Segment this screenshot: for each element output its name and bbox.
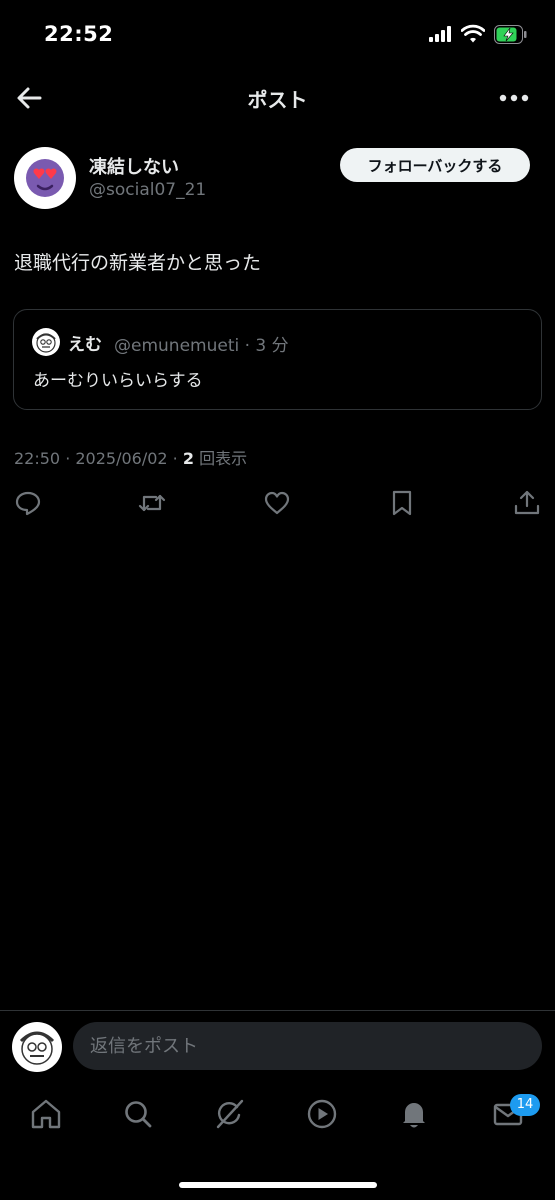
notifications-icon[interactable]	[397, 1097, 431, 1131]
reply-divider	[0, 1010, 555, 1011]
post-timestamp: 22:50 · 2025/06/02 ·	[14, 449, 183, 468]
battery-icon	[494, 25, 527, 44]
home-indicator[interactable]	[179, 1182, 377, 1188]
wifi-icon	[461, 24, 485, 43]
follow-back-button[interactable]: フォローバックする	[340, 148, 530, 182]
like-icon[interactable]	[262, 488, 292, 518]
back-arrow-icon[interactable]	[14, 82, 46, 114]
reply-input[interactable]	[73, 1022, 542, 1070]
view-count: 2	[182, 449, 194, 468]
top-nav: ポスト	[0, 70, 555, 130]
quoted-post[interactable]: えむ @emunemueti · 3 分 あーむりいらいらする	[13, 309, 542, 410]
search-icon[interactable]	[121, 1097, 155, 1131]
quote-author-handle: @emunemueti · 3 分	[114, 336, 289, 356]
author-avatar[interactable]	[14, 147, 76, 209]
cartoon-avatar-icon	[19, 1031, 55, 1065]
emoji-avatar-icon	[26, 159, 64, 197]
video-icon[interactable]	[305, 1097, 339, 1131]
status-time: 22:52	[44, 22, 114, 46]
quote-author-name: えむ	[68, 335, 102, 355]
cellular-signal-icon	[429, 26, 453, 42]
more-options-icon[interactable]	[496, 82, 532, 114]
my-avatar[interactable]	[12, 1022, 62, 1072]
bookmark-icon[interactable]	[387, 488, 417, 518]
author-handle[interactable]: @social07_21	[89, 180, 206, 200]
share-icon[interactable]	[512, 488, 542, 518]
quote-author-avatar	[32, 328, 60, 356]
grok-icon[interactable]	[213, 1097, 247, 1131]
post-text: 退職代行の新業者かと思った	[14, 252, 262, 274]
view-label: 回表示	[193, 449, 248, 468]
author-display-name[interactable]: 凍結しない	[89, 153, 179, 179]
home-icon[interactable]	[29, 1097, 63, 1131]
post-meta: 22:50 · 2025/06/02 · 2 回表示	[14, 445, 247, 469]
status-bar: 22:52	[0, 0, 555, 70]
repost-icon[interactable]	[137, 488, 167, 518]
reply-icon[interactable]	[13, 488, 43, 518]
cartoon-avatar-icon	[36, 333, 56, 353]
messages-badge: 14	[510, 1094, 540, 1116]
page-title: ポスト	[247, 88, 308, 112]
quote-text: あーむりいらいらする	[33, 371, 203, 391]
